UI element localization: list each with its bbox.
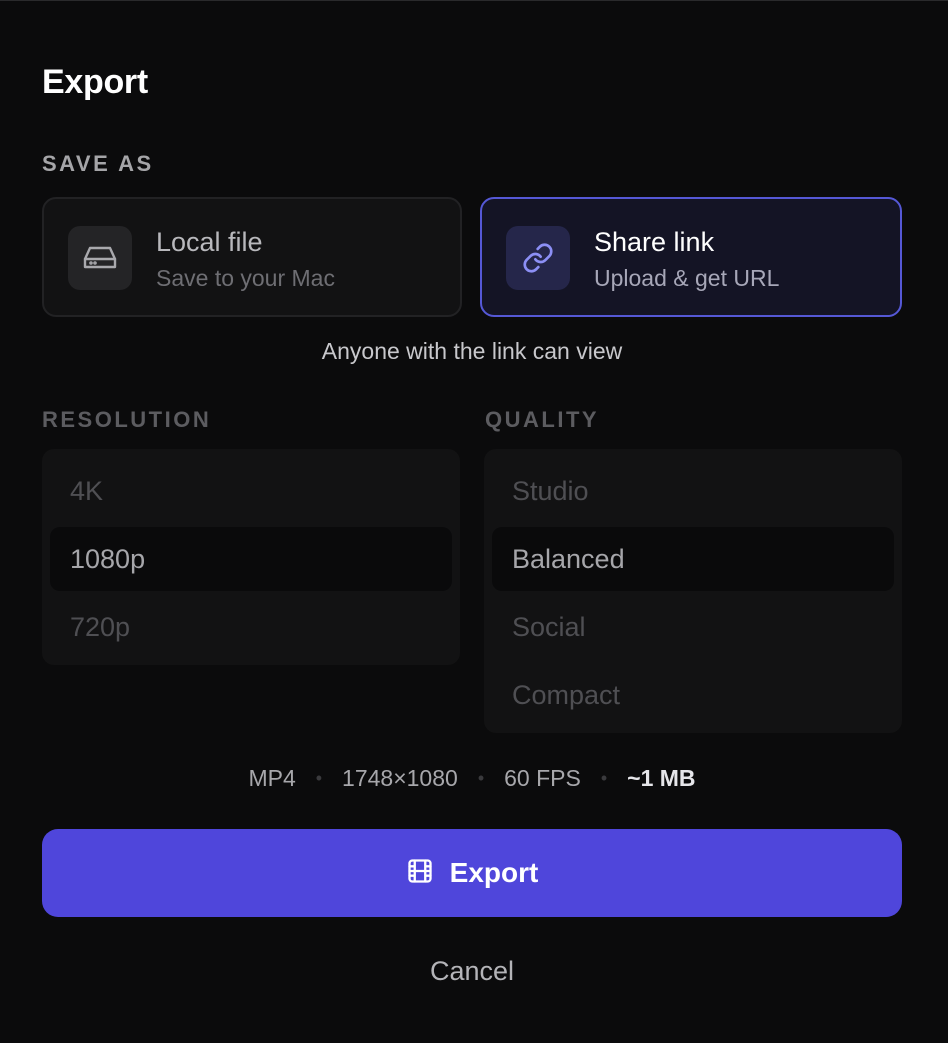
cancel-button[interactable]: Cancel (372, 946, 572, 996)
hard-drive-icon (68, 226, 132, 290)
save-as-label: SAVE AS (42, 151, 154, 176)
dialog-title: Export (42, 63, 148, 101)
export-button[interactable]: Export (42, 829, 902, 917)
export-summary: MP4 • 1748×1080 • 60 FPS • ~1 MB (0, 765, 944, 792)
resolution-option-1080p[interactable]: 1080p (50, 527, 452, 591)
resolution-label: RESOLUTION (42, 407, 212, 432)
quality-option-studio[interactable]: Studio (492, 457, 894, 525)
size-estimate: ~1 MB (627, 765, 696, 791)
resolution-list: 4K 1080p 720p (42, 449, 460, 665)
resolution-option-4k[interactable]: 4K (50, 457, 452, 525)
share-link-subtitle: Upload & get URL (594, 265, 780, 291)
quality-option-compact[interactable]: Compact (492, 661, 894, 729)
local-file-title: Local file (156, 227, 263, 257)
share-note: Anyone with the link can view (321, 338, 623, 364)
film-icon (406, 857, 434, 890)
resolution-option-720p[interactable]: 720p (50, 593, 452, 661)
quality-option-social[interactable]: Social (492, 593, 894, 661)
separator-dot: • (600, 768, 608, 788)
share-link-title: Share link (594, 227, 715, 257)
local-file-subtitle: Save to your Mac (156, 265, 335, 291)
quality-option-balanced[interactable]: Balanced (492, 527, 894, 591)
link-icon (506, 226, 570, 290)
separator-dot: • (477, 768, 485, 788)
dimensions-value: 1748×1080 (342, 765, 458, 791)
fps-value: 60 FPS (504, 765, 581, 791)
quality-label: QUALITY (485, 407, 600, 432)
local-file-option[interactable]: Local file Save to your Mac (42, 197, 462, 317)
export-button-label: Export (449, 857, 539, 888)
share-link-option[interactable]: Share link Upload & get URL (480, 197, 902, 317)
separator-dot: • (315, 768, 323, 788)
export-dialog: Export SAVE AS Local file Save to your M… (0, 0, 948, 1043)
format-value: MP4 (248, 765, 296, 791)
quality-list: Studio Balanced Social Compact (484, 449, 902, 733)
